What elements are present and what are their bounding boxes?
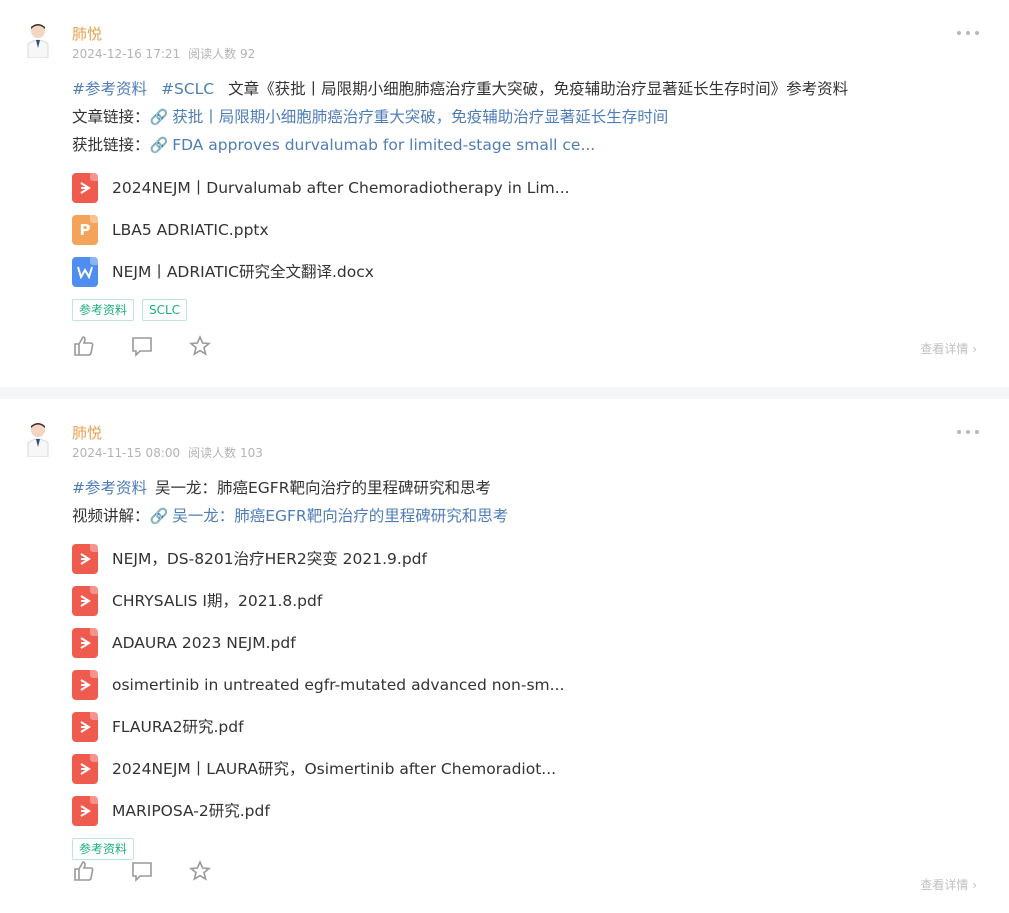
hashtag[interactable]: #SCLC <box>161 80 214 98</box>
view-detail-link[interactable]: 查看详情 › <box>920 341 977 357</box>
post-text: 吴一龙：肺癌EGFR靶向治疗的里程碑研究和思考 <box>155 479 491 497</box>
attachment-name: NEJM丨ADRIATIC研究全文翻译.docx <box>112 263 374 281</box>
comment-icon[interactable] <box>130 334 154 358</box>
post-text: 文章《获批丨局限期小细胞肺癌治疗重大突破，免疫辅助治疗显著延长生存时间》参考资料 <box>228 80 849 98</box>
link-label: 视频讲解： <box>72 507 150 525</box>
post-date: 2024-11-15 08:00 <box>72 446 181 460</box>
video-link[interactable]: 吴一龙：肺癌EGFR靶向治疗的里程碑研究和思考 <box>172 507 508 525</box>
post-text-line: #参考资料 吴一龙：肺癌EGFR靶向治疗的里程碑研究和思考 <box>72 474 979 502</box>
word-file-icon <box>72 257 98 287</box>
post-text-line: #参考资料 #SCLC 文章《获批丨局限期小细胞肺癌治疗重大突破，免疫辅助治疗显著延… <box>72 75 979 103</box>
post-content: #参考资料 #SCLC 文章《获批丨局限期小细胞肺癌治疗重大突破，免疫辅助治疗显著延… <box>72 75 979 321</box>
view-detail-link[interactable]: 查看详情 › <box>920 877 977 893</box>
ppt-file-icon: P <box>72 215 98 245</box>
pdf-file-icon <box>72 544 98 574</box>
tag[interactable]: 参考资料 <box>72 299 135 321</box>
attachment-name: MARIPOSA-2研究.pdf <box>112 802 270 820</box>
link-icon: 🔗 <box>149 136 169 154</box>
post-card: 肺悦 2024-11-15 08:00 阅读人数 103 #参考资料 吴一龙：肺癌E… <box>0 399 1009 913</box>
tag[interactable]: SCLC <box>142 299 188 321</box>
post-card: 肺悦 2024-12-16 17:21 阅读人数 92 #参考资料 #SCLC 文章《… <box>0 0 1009 387</box>
hashtag[interactable]: #参考资料 <box>72 80 147 98</box>
view-detail-label: 查看详情 <box>920 878 969 892</box>
attachment-name: LBA5 ADRIATIC.pptx <box>112 221 269 239</box>
attachment-item[interactable]: osimertinib in untreated egfr-mutated ad… <box>72 664 979 706</box>
attachment-item[interactable]: NEJM丨ADRIATIC研究全文翻译.docx <box>72 251 979 293</box>
attachment-name: 2024NEJM丨Durvalumab after Chemoradiother… <box>112 179 570 197</box>
post-actions <box>72 859 212 883</box>
pdf-file-icon <box>72 754 98 784</box>
attachment-name: NEJM，DS-8201治疗HER2突变 2021.9.pdf <box>112 550 427 568</box>
link-icon: 🔗 <box>149 507 169 525</box>
post-actions <box>72 334 212 358</box>
read-count: 阅读人数 92 <box>188 47 256 61</box>
link-line: 文章链接：🔗 获批丨局限期小细胞肺癌治疗重大突破，免疫辅助治疗显著延长生存时间 <box>72 103 979 131</box>
post-date: 2024-12-16 17:21 <box>72 47 181 61</box>
post-feed: 肺悦 2024-12-16 17:21 阅读人数 92 #参考资料 #SCLC 文章《… <box>0 0 1009 913</box>
more-options-icon[interactable] <box>957 425 979 439</box>
post-meta: 2024-11-15 08:00 阅读人数 103 <box>72 445 263 461</box>
link-label: 获批链接： <box>72 136 150 154</box>
pdf-file-icon <box>72 670 98 700</box>
attachment-name: CHRYSALIS I期，2021.8.pdf <box>112 592 323 610</box>
attachment-item[interactable]: FLAURA2研究.pdf <box>72 706 979 748</box>
attachment-item[interactable]: NEJM，DS-8201治疗HER2突变 2021.9.pdf <box>72 538 979 580</box>
link-line: 视频讲解：🔗 吴一龙：肺癌EGFR靶向治疗的里程碑研究和思考 <box>72 502 979 530</box>
pdf-file-icon <box>72 628 98 658</box>
pdf-file-icon <box>72 173 98 203</box>
attachment-item[interactable]: 2024NEJM丨LAURA研究，Osimertinib after Chemo… <box>72 748 979 790</box>
post-separator <box>0 387 1009 399</box>
star-icon[interactable] <box>188 334 212 358</box>
attachment-list: NEJM，DS-8201治疗HER2突变 2021.9.pdf CHRYSALI… <box>72 538 979 832</box>
tag-list: 参考资料 SCLC <box>72 299 979 321</box>
attachment-name: osimertinib in untreated egfr-mutated ad… <box>112 676 565 694</box>
view-detail-label: 查看详情 <box>920 342 969 356</box>
post-content: #参考资料 吴一龙：肺癌EGFR靶向治疗的里程碑研究和思考 视频讲解：🔗 吴一龙：肺… <box>72 474 979 860</box>
tag[interactable]: 参考资料 <box>72 838 135 860</box>
chevron-right-icon: › <box>972 878 977 892</box>
attachment-item[interactable]: CHRYSALIS I期，2021.8.pdf <box>72 580 979 622</box>
like-icon[interactable] <box>72 334 96 358</box>
post-meta: 2024-12-16 17:21 阅读人数 92 <box>72 46 255 62</box>
attachment-item[interactable]: P LBA5 ADRIATIC.pptx <box>72 209 979 251</box>
attachment-name: FLAURA2研究.pdf <box>112 718 244 736</box>
pdf-file-icon <box>72 796 98 826</box>
attachment-name: 2024NEJM丨LAURA研究，Osimertinib after Chemo… <box>112 760 557 778</box>
pdf-file-icon <box>72 712 98 742</box>
tag-list: 参考资料 <box>72 838 979 860</box>
avatar[interactable] <box>22 421 54 457</box>
article-link[interactable]: 获批丨局限期小细胞肺癌治疗重大突破，免疫辅助治疗显著延长生存时间 <box>172 108 668 126</box>
pdf-file-icon <box>72 586 98 616</box>
attachment-list: 2024NEJM丨Durvalumab after Chemoradiother… <box>72 167 979 293</box>
hashtag[interactable]: #参考资料 <box>72 479 147 497</box>
attachment-name: ADAURA 2023 NEJM.pdf <box>112 634 296 652</box>
link-icon: 🔗 <box>149 108 169 126</box>
like-icon[interactable] <box>72 859 96 883</box>
link-label: 文章链接： <box>72 108 150 126</box>
comment-icon[interactable] <box>130 859 154 883</box>
avatar[interactable] <box>22 22 54 58</box>
author-name[interactable]: 肺悦 <box>72 24 102 44</box>
link-line: 获批链接：🔗 FDA approves durvalumab for limite… <box>72 131 979 159</box>
more-options-icon[interactable] <box>957 26 979 40</box>
attachment-item[interactable]: 2024NEJM丨Durvalumab after Chemoradiother… <box>72 167 979 209</box>
approval-link[interactable]: FDA approves durvalumab for limited-stag… <box>172 136 595 154</box>
attachment-item[interactable]: MARIPOSA-2研究.pdf <box>72 790 979 832</box>
attachment-item[interactable]: ADAURA 2023 NEJM.pdf <box>72 622 979 664</box>
read-count: 阅读人数 103 <box>188 446 263 460</box>
star-icon[interactable] <box>188 859 212 883</box>
author-name[interactable]: 肺悦 <box>72 423 102 443</box>
chevron-right-icon: › <box>972 342 977 356</box>
